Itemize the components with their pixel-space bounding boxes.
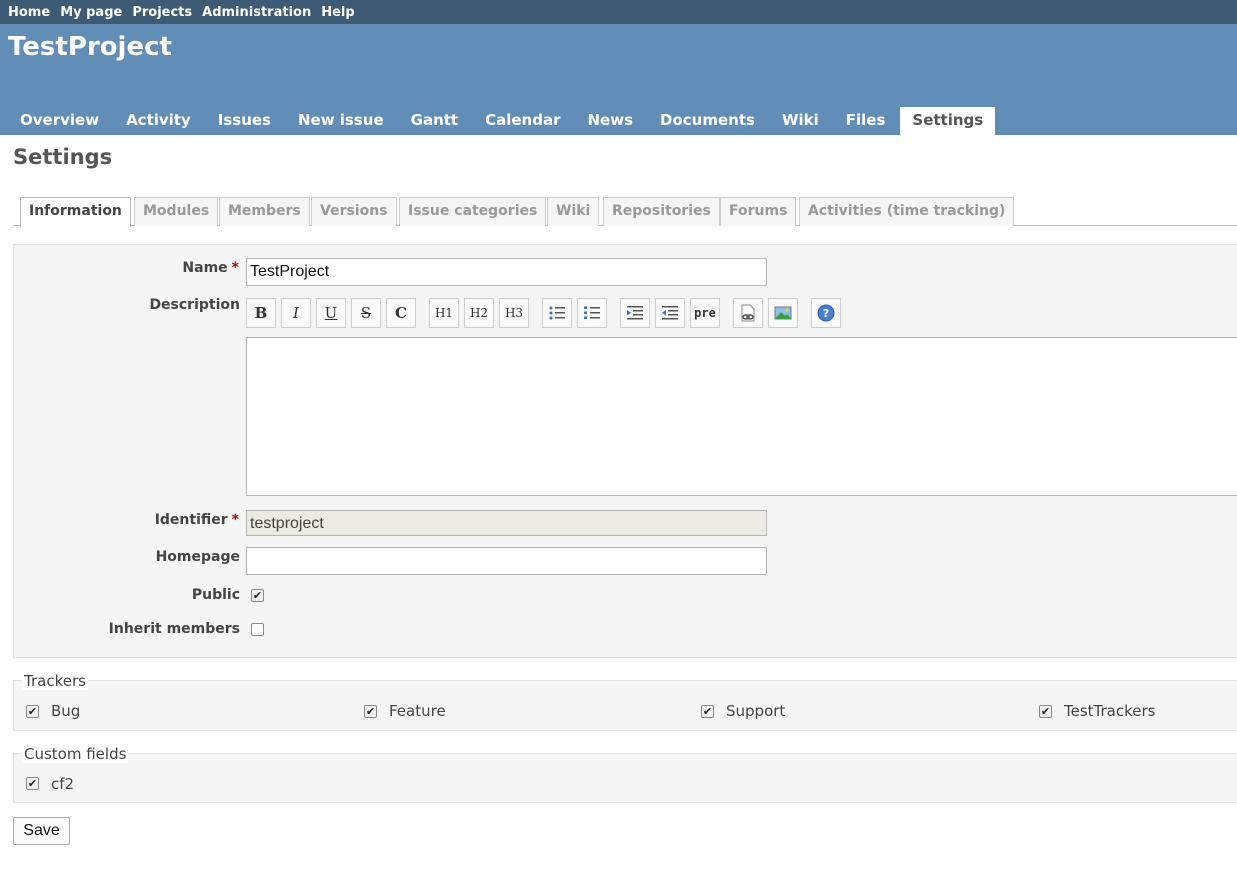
- identifier-label: Identifier *: [13, 512, 239, 528]
- subtab-repositories[interactable]: Repositories: [603, 197, 720, 226]
- settings-tabs: Information Modules Members Versions Iss…: [13, 197, 1237, 227]
- main-menu: Overview Activity Issues New issue Gantt…: [8, 107, 998, 135]
- custom-fields-legend: Custom fields: [22, 745, 129, 763]
- heading1-icon: H1: [434, 306, 454, 320]
- unquote-button[interactable]: [655, 298, 685, 328]
- italic-button[interactable]: I: [281, 298, 311, 328]
- identifier-label-text: Identifier: [154, 512, 228, 528]
- header: TestProject Overview Activity Issues New…: [0, 24, 1237, 135]
- homepage-input[interactable]: [246, 547, 767, 575]
- tracker-feature-checkbox[interactable]: ✔: [364, 705, 377, 718]
- quote-icon: [627, 306, 643, 320]
- tab-news[interactable]: News: [576, 107, 646, 135]
- subtab-modules[interactable]: Modules: [134, 197, 219, 226]
- inherit-members-checkbox[interactable]: [251, 623, 264, 636]
- custom-field-cf2-label: cf2: [51, 775, 75, 793]
- tab-files[interactable]: Files: [834, 107, 898, 135]
- trackers-legend: Trackers: [22, 672, 88, 690]
- tab-wiki[interactable]: Wiki: [770, 107, 831, 135]
- name-input[interactable]: TestProject: [246, 258, 767, 286]
- link-button[interactable]: [733, 298, 763, 328]
- public-label: Public: [191, 587, 240, 603]
- tab-activity[interactable]: Activity: [114, 107, 203, 135]
- underline-icon: U: [324, 304, 338, 322]
- top-menu-my-page[interactable]: My page: [60, 5, 122, 20]
- subtab-versions[interactable]: Versions: [311, 197, 397, 226]
- heading3-button[interactable]: H3: [499, 298, 529, 328]
- code-icon: C: [395, 304, 407, 322]
- tab-calendar[interactable]: Calendar: [473, 107, 572, 135]
- pre-icon: pre: [694, 306, 716, 320]
- tracker-bug-checkbox[interactable]: ✔: [26, 705, 39, 718]
- tracker-bug-label: Bug: [51, 702, 81, 720]
- preformatted-button[interactable]: pre: [690, 298, 720, 328]
- subtab-information[interactable]: Information: [20, 197, 131, 227]
- quote-button[interactable]: [620, 298, 650, 328]
- top-menu-administration[interactable]: Administration: [202, 5, 311, 20]
- top-menu-home[interactable]: Home: [8, 5, 50, 20]
- image-icon: [774, 306, 792, 320]
- top-menu-projects[interactable]: Projects: [132, 5, 192, 20]
- public-checkbox[interactable]: ✔: [251, 589, 264, 602]
- description-textarea[interactable]: [246, 337, 1237, 496]
- heading1-button[interactable]: H1: [429, 298, 459, 328]
- custom-field-cf2-checkbox[interactable]: ✔: [26, 777, 39, 790]
- tab-settings[interactable]: Settings: [900, 107, 996, 135]
- strikethrough-button[interactable]: S: [351, 298, 381, 328]
- subtab-wiki[interactable]: Wiki: [547, 197, 600, 226]
- project-title: TestProject: [8, 32, 172, 62]
- bold-icon: B: [254, 304, 268, 322]
- top-menu-help[interactable]: Help: [321, 5, 354, 20]
- homepage-label: Homepage: [155, 549, 240, 565]
- tab-documents[interactable]: Documents: [648, 107, 767, 135]
- heading2-icon: H2: [469, 306, 489, 320]
- tab-gantt[interactable]: Gantt: [399, 107, 470, 135]
- name-label: Name *: [13, 260, 239, 276]
- tracker-support-label: Support: [726, 702, 786, 720]
- name-label-text: Name: [182, 260, 228, 276]
- ordered-list-button[interactable]: [577, 298, 607, 328]
- trackers-fieldset: [13, 680, 1237, 731]
- tab-overview[interactable]: Overview: [8, 107, 111, 135]
- heading2-button[interactable]: H2: [464, 298, 494, 328]
- italic-icon: I: [293, 304, 299, 322]
- top-menu: Home My page Projects Administration Hel…: [0, 0, 1237, 24]
- ol-icon: [584, 306, 600, 319]
- tab-issues[interactable]: Issues: [206, 107, 283, 135]
- strikethrough-icon: S: [360, 304, 372, 322]
- subtab-issue-categories[interactable]: Issue categories: [399, 197, 547, 226]
- required-mark: *: [231, 260, 239, 276]
- required-mark: *: [231, 512, 239, 528]
- svg-text:?: ?: [823, 307, 829, 320]
- custom-fields-fieldset: [13, 753, 1237, 803]
- bold-button[interactable]: B: [246, 298, 276, 328]
- unordered-list-button[interactable]: [542, 298, 572, 328]
- help-button[interactable]: ?: [811, 298, 841, 328]
- page-title: Settings: [13, 145, 113, 169]
- heading3-icon: H3: [504, 306, 524, 320]
- tracker-support-checkbox[interactable]: ✔: [701, 705, 714, 718]
- tracker-testtrackers-label: TestTrackers: [1064, 702, 1156, 720]
- underline-button[interactable]: U: [316, 298, 346, 328]
- ul-icon: [549, 306, 565, 320]
- help-icon: ?: [817, 304, 835, 322]
- tracker-feature-label: Feature: [389, 702, 446, 720]
- identifier-input: testproject: [246, 510, 767, 536]
- subtab-members[interactable]: Members: [219, 197, 310, 226]
- save-button[interactable]: Save: [13, 817, 70, 845]
- image-button[interactable]: [768, 298, 798, 328]
- subtab-activities[interactable]: Activities (time tracking): [799, 197, 1015, 226]
- link-icon: [741, 304, 755, 322]
- subtab-forums[interactable]: Forums: [720, 197, 797, 226]
- inherit-members-label: Inherit members: [108, 621, 240, 637]
- tracker-testtrackers-checkbox[interactable]: ✔: [1039, 705, 1052, 718]
- code-button[interactable]: C: [386, 298, 416, 328]
- unquote-icon: [662, 306, 678, 320]
- tab-new-issue[interactable]: New issue: [286, 107, 396, 135]
- description-label: Description: [149, 297, 240, 313]
